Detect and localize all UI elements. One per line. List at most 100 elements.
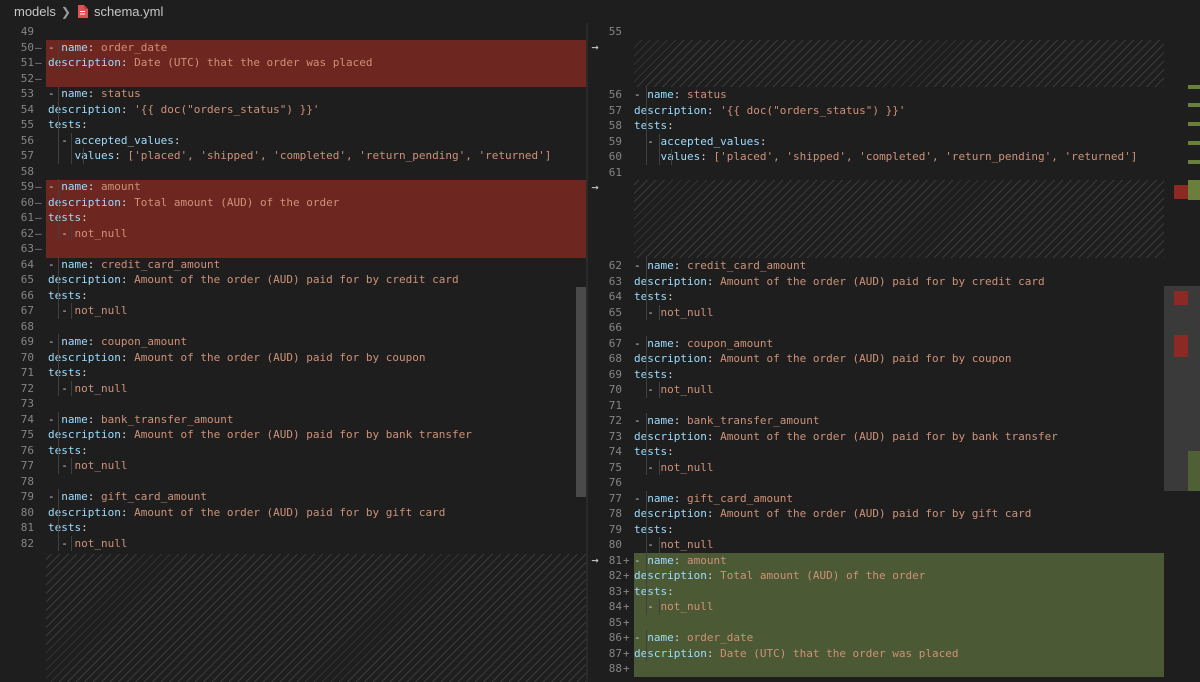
code-line[interactable]: 88 + — [588, 661, 1164, 677]
code-line[interactable]: 61— tests: — [0, 210, 586, 226]
code-line[interactable]: 74- name: bank_transfer_amount — [0, 411, 586, 427]
indent-guide — [58, 55, 59, 71]
arrow-right-icon[interactable]: → — [588, 40, 602, 55]
code-line[interactable]: 66 tests: — [0, 287, 586, 303]
colon: : — [706, 569, 714, 582]
code-line[interactable]: 49 — [0, 24, 586, 40]
code-line[interactable]: 78 — [0, 474, 586, 490]
code-line[interactable]: 81 + - name: amount — [588, 552, 1164, 568]
code-line[interactable]: 81 tests: — [0, 520, 586, 536]
code-line[interactable]: 56 - accepted_values: — [0, 132, 586, 148]
yaml-key: values — [660, 150, 701, 163]
code-line[interactable]: 70 description: Amount of the order (AUD)… — [0, 349, 586, 365]
code-line[interactable]: 77 - not_null — [0, 458, 586, 474]
code-text: - not_null — [48, 381, 127, 397]
yaml-value: bank_transfer_amount — [101, 412, 234, 426]
left-scrollbar-thumb[interactable] — [576, 287, 586, 497]
code-line[interactable]: 87 + description: Date (UTC) that the orde… — [588, 645, 1164, 661]
code-line[interactable]: 68 — [0, 319, 586, 335]
colon: : — [87, 257, 95, 271]
code-line[interactable]: 67 - not_null — [0, 303, 586, 319]
arrow-right-icon[interactable]: → — [588, 553, 602, 568]
overview-ruler[interactable] — [1164, 23, 1200, 682]
code-line[interactable]: 69 tests: — [588, 366, 1164, 382]
code-text: description: Amount of the order (AUD) p… — [634, 506, 1031, 522]
code-line[interactable]: 72 - name: bank_transfer_amount — [588, 413, 1164, 429]
code-line[interactable]: 69 - name: coupon_amount — [0, 334, 586, 350]
line-number: 59 — [608, 134, 622, 148]
code-line[interactable]: 76 — [588, 475, 1164, 491]
code-line[interactable]: 80 - not_null — [588, 537, 1164, 553]
code-line[interactable]: 86 + - name: order_date — [588, 630, 1164, 646]
code-line[interactable]: 59 - accepted_values: — [588, 133, 1164, 149]
code-line[interactable]: 54 description: '{{ doc("orders_status") … — [0, 101, 586, 117]
code-line[interactable]: 56 - name: status — [588, 87, 1164, 103]
colon: : — [81, 366, 88, 379]
code-line[interactable]: 57 description: '{{ doc("orders_status") … — [588, 102, 1164, 118]
code-line[interactable]: 60 values: ['placed', 'shipped', 'comple… — [588, 149, 1164, 165]
code-line[interactable]: 78 description: Amount of the order (AUD)… — [588, 506, 1164, 522]
code-line[interactable]: 62— - not_null — [0, 225, 586, 241]
code-line[interactable]: 82 + description: Total amount (AUD) of th… — [588, 568, 1164, 584]
code-line[interactable]: 58 — [0, 164, 586, 180]
code-line[interactable]: 75 - not_null — [588, 459, 1164, 475]
code-text: description: Amount of the order (AUD) p… — [48, 505, 445, 521]
code-line[interactable]: 51— description: Date (UTC) that the orde… — [0, 55, 586, 71]
code-line[interactable]: 63 description: Amount of the order (AUD)… — [588, 273, 1164, 289]
line-number: 61 — [20, 211, 34, 224]
code-line[interactable]: 68 description: Amount of the order (AUD)… — [588, 351, 1164, 367]
code-line[interactable]: 64 tests: — [588, 289, 1164, 305]
code-line[interactable]: 83 + tests: — [588, 583, 1164, 599]
code-line[interactable]: 76 tests: — [0, 442, 586, 459]
line-number: 82 — [20, 536, 34, 550]
code-line[interactable]: 70 - not_null — [588, 382, 1164, 398]
code-line[interactable]: 57 values: ['placed', 'shipped', 'comple… — [0, 148, 586, 164]
code-line[interactable]: 55 — [588, 24, 1164, 40]
code-line[interactable]: 84 + - not_null — [588, 599, 1164, 615]
yaml-key: description — [634, 429, 707, 443]
code-line[interactable]: 79 tests: — [588, 521, 1164, 537]
breadcrumb-folder[interactable]: models — [14, 4, 56, 19]
indent-guide — [58, 535, 59, 551]
code-line[interactable]: 73 description: Amount of the order (AUD)… — [588, 428, 1164, 444]
code-line[interactable]: 75 description: Amount of the order (AUD)… — [0, 427, 586, 443]
original-editor-pane[interactable]: 49 50— - name: order_date 51— description: D… — [0, 23, 586, 682]
code-line[interactable]: 72 - not_null — [0, 380, 586, 397]
code-line[interactable]: 58 tests: — [588, 118, 1164, 134]
arrow-right-icon[interactable]: → — [588, 180, 602, 195]
code-line[interactable]: 64- name: credit_card_amount — [0, 256, 586, 272]
yaml-value: not_null — [74, 459, 128, 472]
breadcrumb-file[interactable]: schema.yml — [94, 4, 163, 19]
code-line[interactable]: 77 - name: gift_card_amount — [588, 490, 1164, 506]
code-line[interactable]: 60— description: Total amount (AUD) of th… — [0, 194, 586, 210]
code-line[interactable]: 67 - name: coupon_amount — [588, 335, 1164, 351]
code-line[interactable]: 71 — [588, 398, 1164, 414]
colon: : — [667, 290, 674, 303]
code-line[interactable]: 65 description: Amount of the order (AUD)… — [0, 272, 586, 288]
code-line[interactable]: 71 tests: — [0, 365, 586, 381]
code-line[interactable]: 62 - name: credit_card_amount — [588, 258, 1164, 274]
overview-mark — [1188, 141, 1200, 145]
diff-marker — [35, 443, 45, 459]
modified-editor-pane[interactable]: 55 56 - name: status 57 description: '{{ doc… — [588, 23, 1164, 682]
indent-guide — [70, 535, 72, 551]
code-line[interactable]: 53 - name: status — [0, 86, 586, 102]
code-line[interactable]: 80 description: Amount of the order (AUD)… — [0, 504, 586, 521]
list-dash: - — [61, 133, 75, 147]
code-line[interactable]: 59— - name: amount — [0, 179, 586, 195]
chevron-right-icon: ❯ — [60, 4, 71, 19]
code-line[interactable]: 74 tests: — [588, 444, 1164, 460]
code-line[interactable]: 66 — [588, 320, 1164, 336]
code-line[interactable]: 82 - not_null — [0, 535, 586, 551]
code-line[interactable]: 73 — [0, 396, 586, 412]
code-line[interactable]: 63— — [0, 241, 586, 257]
code-line[interactable]: 79 - name: gift_card_amount — [0, 489, 586, 505]
code-line[interactable]: 85 + — [588, 615, 1164, 631]
code-line[interactable]: 52— — [0, 71, 586, 87]
colon: : — [87, 87, 95, 100]
code-line[interactable]: 55 tests: — [0, 117, 586, 133]
code-line[interactable]: 50— - name: order_date — [0, 39, 586, 55]
yaml-key: tests — [634, 290, 668, 303]
code-line[interactable]: 65 - not_null — [588, 304, 1164, 320]
code-line[interactable]: 61 — [588, 165, 1164, 181]
